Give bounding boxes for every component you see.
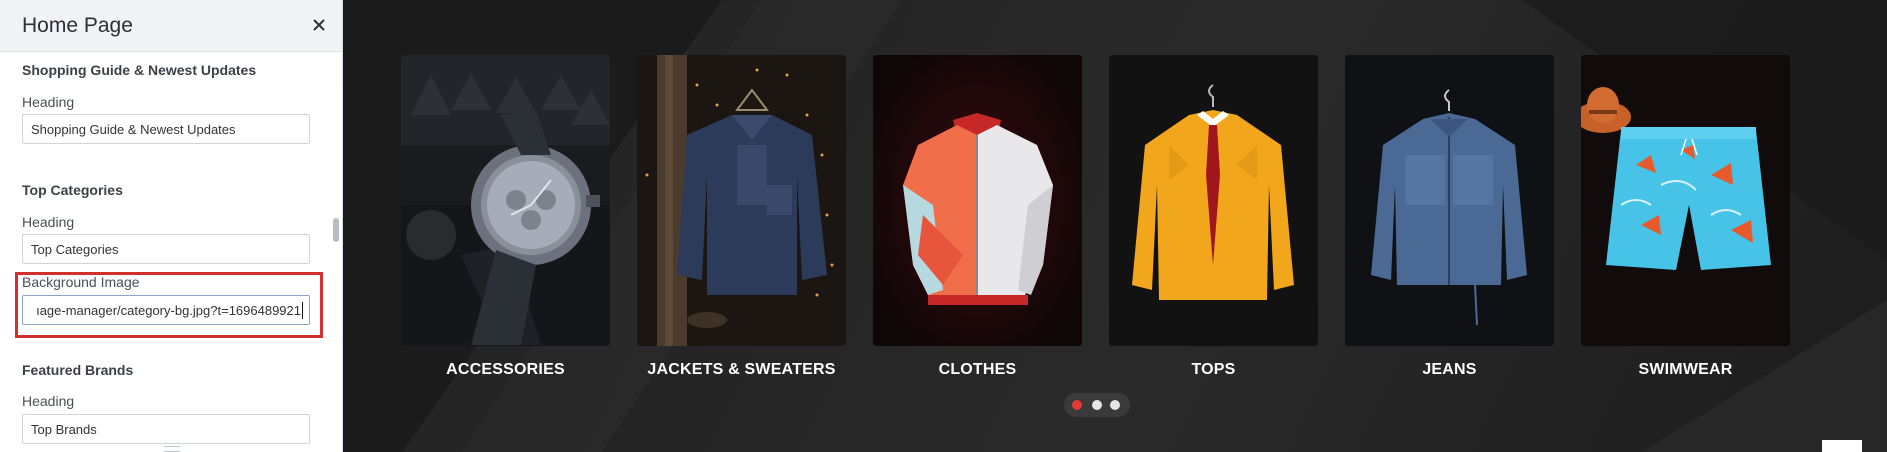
panel-body: Shopping Guide & Newest Updates Heading … xyxy=(0,52,342,452)
section-title-featured-brands: Featured Brands xyxy=(22,362,134,378)
category-label: TOPS xyxy=(1191,361,1236,378)
category-card-accessories[interactable]: ACCESSORIES xyxy=(401,55,610,400)
pagination-dot-2[interactable] xyxy=(1092,400,1102,410)
background-image-label: Background Image xyxy=(22,274,140,290)
shopping-guide-heading-input[interactable] xyxy=(22,114,310,144)
section-title-top-categories: Top Categories xyxy=(22,182,123,198)
pagination-dot-3[interactable] xyxy=(1110,400,1120,410)
preview-canvas: ACCESSORIES JACKETS & SWEATERS CLOTHES T… xyxy=(342,0,1887,452)
heading-label: Heading xyxy=(22,214,75,230)
close-icon[interactable] xyxy=(308,14,330,36)
featured-brands-heading-input[interactable] xyxy=(22,414,310,444)
heading-label: Heading xyxy=(22,94,75,110)
page: Home Page Shopping Guide & Newest Update… xyxy=(0,0,1887,452)
category-label: JEANS xyxy=(1422,361,1477,378)
category-card-swimwear[interactable]: SWIMWEAR xyxy=(1581,55,1790,400)
editor-panel: Home Page Shopping Guide & Newest Update… xyxy=(0,0,343,452)
denim-jacket-image xyxy=(1345,55,1554,346)
category-label: SWIMWEAR xyxy=(1638,361,1733,378)
resize-grip-icon[interactable] xyxy=(164,446,180,452)
top-categories-heading-input[interactable] xyxy=(22,234,310,264)
category-label: CLOTHES xyxy=(938,361,1017,378)
category-card-jackets-sweaters[interactable]: JACKETS & SWEATERS xyxy=(637,55,846,400)
watch-image xyxy=(401,55,610,346)
category-label: JACKETS & SWEATERS xyxy=(647,361,836,378)
category-card-tops[interactable]: TOPS xyxy=(1109,55,1318,400)
shirt-image xyxy=(1109,55,1318,346)
swim-shorts-image xyxy=(1581,55,1790,346)
text-caret xyxy=(302,302,303,319)
section-title-shopping-guide: Shopping Guide & Newest Updates xyxy=(22,62,257,78)
carousel-pagination xyxy=(1064,393,1130,417)
sweater-image xyxy=(637,55,846,346)
panel-header: Home Page xyxy=(0,0,342,52)
category-carousel: ACCESSORIES JACKETS & SWEATERS CLOTHES T… xyxy=(401,55,1851,400)
panel-title: Home Page xyxy=(22,14,133,37)
pagination-dot-1[interactable] xyxy=(1072,400,1082,410)
jacket-image xyxy=(873,55,1082,346)
panel-scrollbar[interactable] xyxy=(333,218,339,242)
background-image-input[interactable]: ıage-manager/category-bg.jpg?t=169648992… xyxy=(22,295,310,325)
category-label: ACCESSORIES xyxy=(446,361,565,378)
heading-label: Heading xyxy=(22,393,75,409)
category-card-clothes[interactable]: CLOTHES xyxy=(873,55,1082,400)
background-image-value: ıage-manager/category-bg.jpg?t=169648992… xyxy=(36,303,301,318)
corner-widget[interactable] xyxy=(1822,440,1862,452)
category-card-jeans[interactable]: JEANS xyxy=(1345,55,1554,400)
